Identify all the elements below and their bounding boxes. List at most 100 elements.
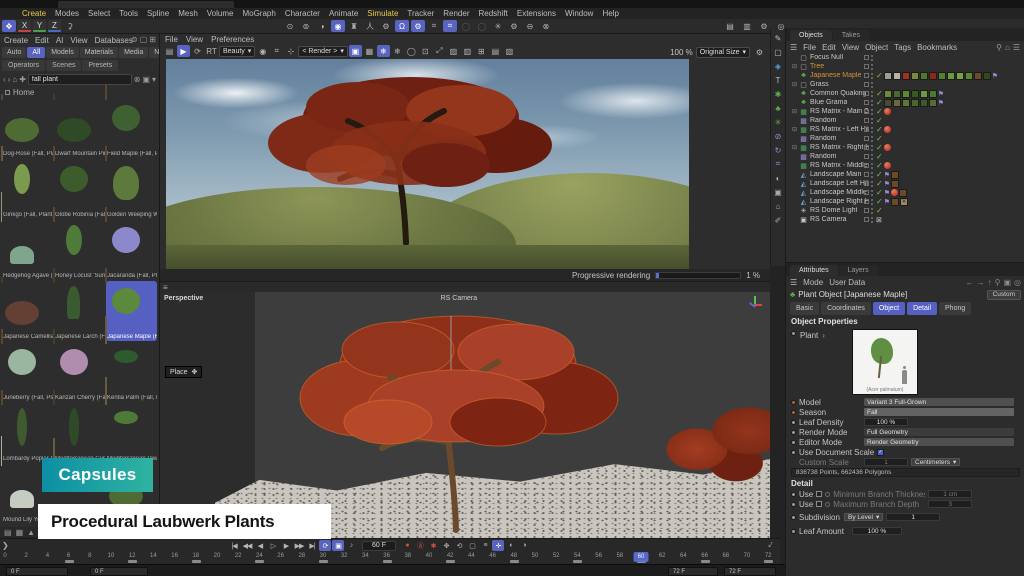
object-badge[interactable]: ✓ <box>876 206 883 215</box>
visibility-dots[interactable] <box>871 72 874 80</box>
layer-toggle[interactable] <box>864 172 869 177</box>
asset-subtab[interactable]: Operators <box>2 60 45 71</box>
visibility-dots[interactable] <box>871 171 874 179</box>
object-menu-item[interactable]: View <box>842 43 859 52</box>
object-badge[interactable] <box>884 90 892 98</box>
render-button-icon[interactable]: ⚙ <box>757 20 771 32</box>
toolbar-icon[interactable]: ◑ <box>315 20 329 32</box>
object-row[interactable]: ♣ Common Quaking Grass ✓⚑ <box>786 89 1024 98</box>
search-option-icon[interactable]: ▾ <box>152 75 156 84</box>
asset-filter-tab[interactable]: Media <box>119 47 148 58</box>
layer-toggle[interactable] <box>864 127 869 132</box>
timeline-tick[interactable]: 54 <box>574 553 581 559</box>
render-view-icon[interactable]: ❄ <box>377 45 390 57</box>
param-dot[interactable] <box>791 502 796 507</box>
visibility-dots[interactable] <box>871 162 874 170</box>
timeline-tick[interactable]: 36 <box>383 553 390 559</box>
object-badge[interactable]: ✓ <box>876 161 883 170</box>
toolbar-icon[interactable]: ◯ <box>459 20 473 32</box>
object-badge[interactable]: ⚑ <box>938 99 944 107</box>
param-dot[interactable] <box>791 331 796 336</box>
menu-item[interactable]: Animate <box>329 9 358 18</box>
param-value[interactable]: Variant 3 Full-Grown <box>864 398 1014 406</box>
render-source-dropdown[interactable]: < Render >▾ <box>298 46 348 57</box>
object-badge[interactable]: ✓ <box>876 134 883 143</box>
transport-button[interactable]: ▷ <box>267 540 279 551</box>
keying-button[interactable]: ⟲ <box>453 540 465 551</box>
param-value[interactable]: Render Geometry <box>864 438 1014 446</box>
layer-toggle[interactable] <box>864 91 869 96</box>
toolbar-icon[interactable]: ⊙ <box>283 20 297 32</box>
param-value[interactable]: Full Geometry <box>864 428 1014 436</box>
timeline-tick[interactable]: 16 <box>171 553 178 559</box>
param-dot[interactable] <box>791 450 796 455</box>
object-badge[interactable] <box>884 108 891 115</box>
object-badge[interactable] <box>911 72 919 80</box>
object-menu-item[interactable]: Object <box>865 43 888 52</box>
render-button-icon[interactable]: ▤ <box>723 20 737 32</box>
layer-toggle[interactable] <box>864 163 869 168</box>
footer-icon[interactable]: ▲ <box>27 528 35 537</box>
nav-icon[interactable]: ⌂ <box>12 75 17 84</box>
render-view-menu-item[interactable]: File <box>165 35 178 44</box>
layer-toggle[interactable] <box>864 82 869 87</box>
object-menu-item[interactable]: Tags <box>894 43 911 52</box>
plant-grid-item[interactable]: Dog-Rose (Fall, Plant) <box>2 98 53 158</box>
transport-button[interactable]: ⟳ <box>319 540 331 551</box>
asset-subtab[interactable]: Presets <box>82 60 118 71</box>
object-label[interactable]: Common Quaking Grass <box>810 90 868 97</box>
menu-item[interactable]: Tracker <box>407 9 434 18</box>
timeline-expand-icon[interactable]: ❯ <box>2 541 9 550</box>
plant-grid-item[interactable]: Japanese Camellia (Fal... <box>2 281 53 341</box>
toolbar-icon[interactable]: ⌗ <box>427 20 441 32</box>
timeline-tick[interactable]: 46 <box>489 553 496 559</box>
menu-item[interactable]: Volume <box>207 9 234 18</box>
rendered-image[interactable] <box>166 59 689 269</box>
doc-scale-checkbox[interactable]: ✓ <box>877 449 884 456</box>
timeline-tick[interactable]: 30 <box>320 553 327 559</box>
attributes-tab[interactable]: Attributes <box>790 265 838 276</box>
menu-item[interactable]: Character <box>285 9 320 18</box>
timeline-tick[interactable]: 56 <box>595 553 602 559</box>
toolbar-icon[interactable]: ⚙ <box>411 20 425 32</box>
palette-icon[interactable]: ↻ <box>772 144 784 156</box>
search-input[interactable] <box>28 74 132 85</box>
object-badge[interactable]: ✓ <box>876 152 883 161</box>
object-badge[interactable] <box>891 198 899 206</box>
aov-dropdown[interactable]: Beauty▾ <box>219 46 255 57</box>
toolbar-icon[interactable]: ◉ <box>331 20 345 32</box>
render-view-icon[interactable]: ▤ <box>489 45 502 57</box>
timeline-tick[interactable]: 22 <box>235 553 242 559</box>
timeline-tick[interactable]: 24 <box>256 553 263 559</box>
transport-button[interactable]: ▶▶ <box>293 540 305 551</box>
palette-icon[interactable]: ✳ <box>772 116 784 128</box>
object-badge[interactable] <box>983 72 991 80</box>
palette-icon[interactable]: ✐ <box>772 214 784 226</box>
zoom-percent[interactable]: 100 % <box>670 48 693 57</box>
object-badge[interactable]: ✓ <box>876 71 883 80</box>
object-label[interactable]: Blue Grama <box>810 99 847 106</box>
footer-icon[interactable]: ▦ <box>16 528 24 537</box>
toolbar-icon[interactable]: ◯ <box>475 20 489 32</box>
object-row[interactable]: ◭ Landscape Left Hill ✓⚑ <box>786 179 1024 188</box>
object-row[interactable]: ▩ Random ✓ <box>786 152 1024 161</box>
layer-toggle[interactable] <box>864 190 869 195</box>
asset-filter-tab[interactable]: Auto <box>2 47 26 58</box>
render-view-icon[interactable]: ▤ <box>163 45 176 57</box>
palette-icon[interactable]: ⌗ <box>772 158 784 170</box>
object-badge[interactable] <box>884 162 891 169</box>
timeline-tick[interactable]: 50 <box>532 553 539 559</box>
timeline-tick[interactable]: 48 <box>510 553 517 559</box>
plant-grid-item[interactable]: Kanzan Cherry (Fall, Pl... <box>54 342 105 402</box>
timeline-tick[interactable]: 12 <box>129 553 136 559</box>
object-badge[interactable]: ⊠ <box>876 216 882 224</box>
plant-grid-item[interactable]: Globe Robinia (Fall, Pl... <box>54 159 105 219</box>
attributes-nav-icon[interactable]: ◎ <box>1014 278 1021 287</box>
nav-icon[interactable]: › <box>8 75 11 84</box>
timeline-tick[interactable]: 62 <box>659 553 666 559</box>
visibility-dots[interactable] <box>871 153 874 161</box>
range-end-field-2[interactable]: 72 F <box>724 567 776 576</box>
attributes-tab[interactable]: Layers <box>839 265 878 276</box>
object-badge[interactable] <box>891 171 899 179</box>
object-badge[interactable]: ✓ <box>876 116 883 125</box>
